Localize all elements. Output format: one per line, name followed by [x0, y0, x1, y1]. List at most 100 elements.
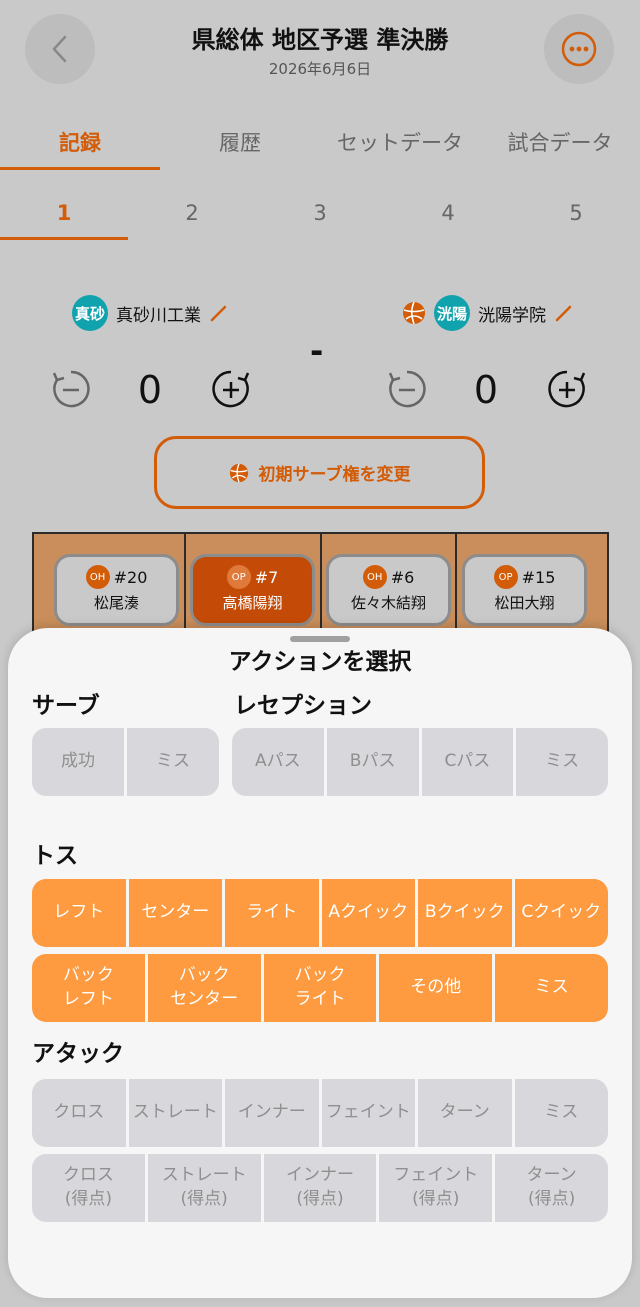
action-sheet: アクションを選択 サーブ レセプション 成功 ミス Aパス Bパス Cパス ミス… — [8, 628, 632, 1298]
attack-inner-point-button[interactable]: インナー (得点) — [263, 1154, 380, 1222]
position-badge: OP — [493, 565, 518, 589]
away-team: 洸陽 洸陽学院 — [402, 295, 574, 331]
tab-indicator — [0, 167, 160, 170]
change-initial-serve-button[interactable]: 初期サーブ権を変更 — [154, 436, 485, 509]
add-point-icon[interactable] — [546, 368, 588, 410]
score-separator: - — [310, 332, 324, 370]
position-badge: OH — [362, 565, 387, 589]
player-card[interactable]: OP #15 松田大翔 — [462, 554, 587, 626]
undo-icon[interactable] — [386, 368, 428, 410]
position-badge: OP — [226, 565, 251, 589]
away-score: 0 — [473, 368, 499, 412]
reception-b-pass-button[interactable]: Bパス — [326, 728, 422, 796]
sheet-title: アクションを選択 — [228, 649, 412, 675]
attack-buttons-row2: クロス (得点) ストレート (得点) インナー (得点) フェイント (得点) ターン… — [32, 1154, 608, 1222]
reception-buttons: Aパス Bパス Cパス ミス — [232, 728, 608, 796]
player-card[interactable]: OH #6 佐々木結翔 — [326, 554, 451, 626]
set-indicator — [0, 237, 128, 240]
line1: クロス — [62, 1165, 114, 1186]
player-card-selected[interactable]: OP #7 高橋陽翔 — [190, 554, 315, 626]
attack-straight-button[interactable]: ストレート — [128, 1079, 225, 1147]
player-name: 高橋陽翔 — [222, 594, 283, 612]
set-tab-3[interactable]: 3 — [256, 192, 384, 236]
line2: (得点) — [412, 1189, 460, 1209]
toss-center-button[interactable]: センター — [128, 879, 225, 947]
tab-history[interactable]: 履歴 — [160, 122, 320, 168]
undo-icon[interactable] — [50, 368, 92, 410]
line1: ストレート — [161, 1165, 247, 1186]
player-number: #6 — [390, 567, 415, 587]
player-number: #15 — [521, 567, 556, 587]
tab-bar: 記録 履歴 セットデータ 試合データ — [0, 122, 640, 172]
toss-back-center-button[interactable]: バック センター — [147, 954, 264, 1022]
add-point-icon[interactable] — [210, 368, 252, 410]
toss-buttons-row2: バック レフト バックセンター バックライト その他 ミス — [32, 954, 608, 1022]
change-initial-serve-label: 初期サーブ権を変更 — [258, 465, 411, 485]
home-team: 真砂 真砂川工業 — [72, 295, 229, 331]
player-card[interactable]: OH #20 松尾湊 — [54, 554, 179, 626]
line1: バック — [62, 965, 114, 986]
attack-buttons-row1: クロス ストレート インナー フェイント ターン ミス — [32, 1079, 608, 1147]
pencil-icon[interactable] — [209, 303, 229, 323]
attack-inner-button[interactable]: インナー — [225, 1079, 322, 1147]
serve-success-button[interactable]: 成功 — [32, 728, 127, 796]
serve-miss-button[interactable]: ミス — [127, 728, 219, 796]
reception-a-pass-button[interactable]: Aパス — [232, 728, 327, 796]
line1: バック — [178, 965, 230, 986]
attack-cross-button[interactable]: クロス — [32, 1079, 129, 1147]
set-selector: 1 2 3 4 5 — [0, 192, 640, 242]
section-toss: トス — [32, 843, 78, 869]
section-serve: サーブ — [32, 693, 100, 719]
tab-set-data[interactable]: セットデータ — [320, 122, 480, 168]
attack-cross-point-button[interactable]: クロス (得点) — [32, 1154, 148, 1222]
toss-back-right-button[interactable]: バック ライト — [263, 954, 380, 1022]
back-button[interactable] — [25, 14, 95, 84]
attack-feint-point-button[interactable]: フェイント (得点) — [379, 1154, 496, 1222]
page-title: 県総体 地区予選 準決勝 — [191, 26, 449, 54]
player-name: 松尾湊 — [93, 594, 139, 612]
set-tab-1[interactable]: 1 — [0, 192, 128, 236]
attack-miss-button[interactable]: ミス — [514, 1079, 608, 1147]
line2: ライト — [294, 989, 346, 1009]
toss-right-button[interactable]: ライト — [225, 879, 322, 947]
more-icon — [561, 31, 597, 67]
toss-left-button[interactable]: レフト — [32, 879, 129, 947]
toss-other-button[interactable]: その他 — [379, 954, 496, 1022]
attack-straight-point-button[interactable]: ストレート (得点) — [147, 1154, 264, 1222]
toss-a-quick-button[interactable]: Aクイック — [321, 879, 418, 947]
toss-back-left-button[interactable]: バック レフト — [32, 954, 148, 1022]
volleyball-icon — [403, 301, 425, 325]
line1: バック — [294, 965, 346, 986]
toss-b-quick-button[interactable]: Bクイック — [418, 879, 515, 947]
away-team-badge: 洸陽 — [434, 295, 470, 331]
home-score: 0 — [137, 368, 163, 412]
attack-feint-button[interactable]: フェイント — [321, 1079, 418, 1147]
player-number: #20 — [113, 567, 148, 587]
line2: (得点) — [296, 1189, 344, 1209]
tab-match-data[interactable]: 試合データ — [480, 122, 640, 168]
line1: ターン — [526, 1165, 577, 1186]
player-number: #7 — [254, 567, 279, 587]
section-attack: アタック — [32, 1041, 124, 1067]
reception-c-pass-button[interactable]: Cパス — [421, 728, 517, 796]
serve-buttons: 成功 ミス — [32, 728, 219, 796]
home-team-badge: 真砂 — [72, 295, 108, 331]
position-badge: OH — [85, 565, 110, 589]
set-tab-5[interactable]: 5 — [512, 192, 640, 236]
pencil-icon[interactable] — [554, 303, 574, 323]
toss-c-quick-button[interactable]: Cクイック — [514, 879, 608, 947]
attack-turn-point-button[interactable]: ターン (得点) — [495, 1154, 608, 1222]
attack-turn-button[interactable]: ターン — [418, 1079, 515, 1147]
toss-buttons-row1: レフト センター ライト Aクイック Bクイック Cクイック — [32, 879, 608, 947]
toss-miss-button[interactable]: ミス — [495, 954, 608, 1022]
tab-record[interactable]: 記録 — [0, 122, 160, 168]
line2: センター — [170, 989, 239, 1009]
header: 県総体 地区予選 準決勝 2026年6月6日 — [0, 0, 640, 100]
set-tab-2[interactable]: 2 — [128, 192, 256, 236]
section-reception: レセプション — [234, 693, 372, 719]
line1: インナー — [285, 1165, 354, 1186]
line2: (得点) — [527, 1189, 576, 1209]
more-button[interactable] — [544, 14, 614, 84]
reception-miss-button[interactable]: ミス — [516, 728, 608, 796]
set-tab-4[interactable]: 4 — [384, 192, 512, 236]
